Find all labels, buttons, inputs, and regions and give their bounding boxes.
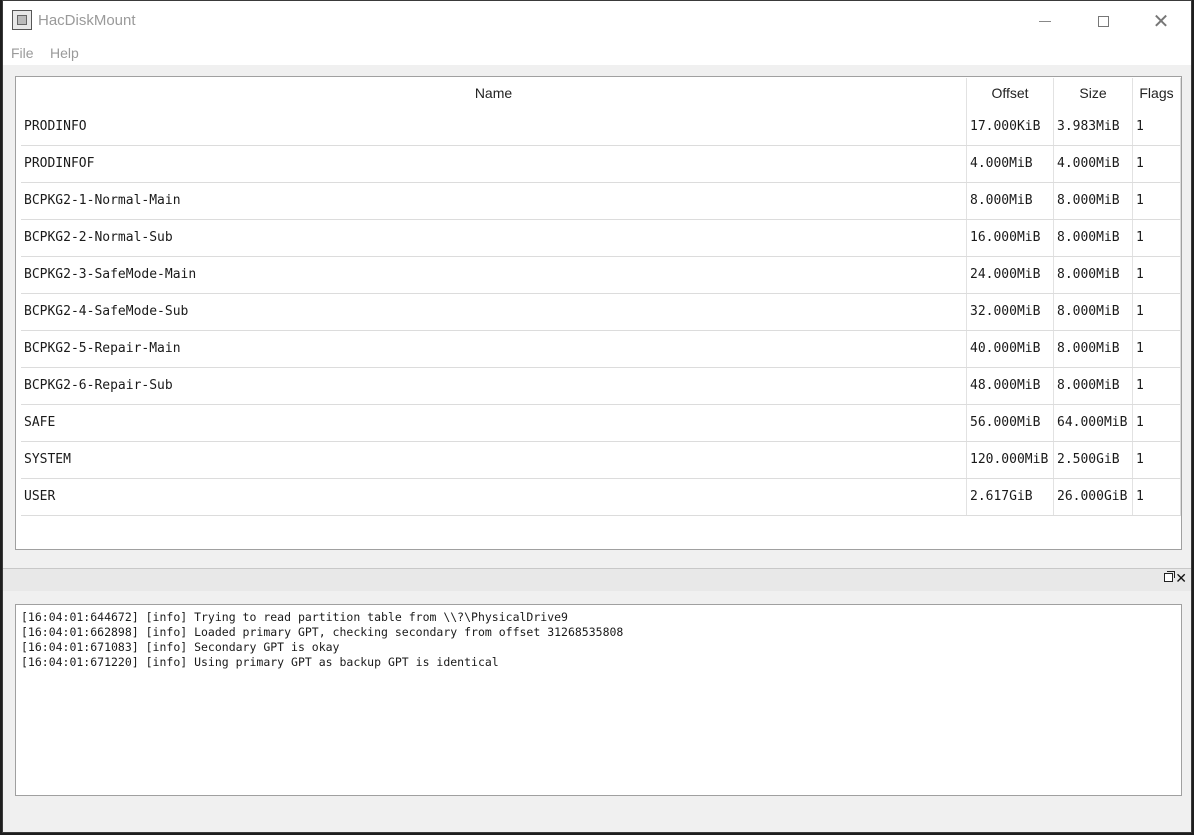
column-header-size[interactable]: Size (1054, 78, 1133, 109)
table-row[interactable]: PRODINFO 17.000KiB 3.983MiB 1 (21, 109, 1181, 146)
table-row[interactable]: BCPKG2-2-Normal-Sub 16.000MiB 8.000MiB 1 (21, 220, 1181, 257)
cell-name: BCPKG2-6-Repair-Sub (21, 368, 967, 404)
cell-name: BCPKG2-4-SafeMode-Sub (21, 294, 967, 330)
log-line: [16:04:01:644672] [info] Trying to read … (21, 610, 568, 624)
maximize-button[interactable] (1074, 1, 1132, 41)
cell-flags: 1 (1133, 479, 1181, 515)
cell-flags: 1 (1133, 331, 1181, 367)
cell-name: BCPKG2-3-SafeMode-Main (21, 257, 967, 293)
cell-offset: 32.000MiB (967, 294, 1054, 330)
partition-table: Name Offset Size Flags PRODINFO 17.000Ki… (15, 76, 1182, 550)
cell-offset: 24.000MiB (967, 257, 1054, 293)
app-window: HacDiskMount ✕ File Help Name Offset Siz… (2, 0, 1192, 833)
cell-offset: 8.000MiB (967, 183, 1054, 219)
cell-size: 8.000MiB (1054, 294, 1133, 330)
cell-name: PRODINFOF (21, 146, 967, 182)
cell-flags: 1 (1133, 257, 1181, 293)
log-line: [16:04:01:662898] [info] Loaded primary … (21, 625, 624, 639)
cell-size: 2.500GiB (1054, 442, 1133, 478)
table-row[interactable]: BCPKG2-1-Normal-Main 8.000MiB 8.000MiB 1 (21, 183, 1181, 220)
cell-size: 26.000GiB (1054, 479, 1133, 515)
table-row[interactable]: USER 2.617GiB 26.000GiB 1 (21, 479, 1181, 516)
cell-offset: 120.000MiB (967, 442, 1054, 478)
table-header: Name Offset Size Flags (21, 78, 1181, 109)
menu-help[interactable]: Help (50, 45, 79, 61)
cell-size: 8.000MiB (1054, 331, 1133, 367)
window-title: HacDiskMount (38, 12, 136, 29)
table-row[interactable]: SYSTEM 120.000MiB 2.500GiB 1 (21, 442, 1181, 479)
cell-name: BCPKG2-1-Normal-Main (21, 183, 967, 219)
log-line: [16:04:01:671220] [info] Using primary G… (21, 655, 499, 669)
table-row[interactable]: PRODINFOF 4.000MiB 4.000MiB 1 (21, 146, 1181, 183)
column-header-offset[interactable]: Offset (967, 78, 1054, 109)
column-header-name[interactable]: Name (21, 78, 967, 109)
menu-bar: File Help (3, 41, 1191, 65)
cell-name: BCPKG2-5-Repair-Main (21, 331, 967, 367)
cell-offset: 56.000MiB (967, 405, 1054, 441)
log-dock-title-bar[interactable]: ✕ (3, 568, 1191, 591)
cell-flags: 1 (1133, 146, 1181, 182)
cell-flags: 1 (1133, 405, 1181, 441)
cell-offset: 2.617GiB (967, 479, 1054, 515)
menu-file[interactable]: File (11, 45, 34, 61)
cell-size: 64.000MiB (1054, 405, 1133, 441)
cell-size: 8.000MiB (1054, 368, 1133, 404)
cell-size: 3.983MiB (1054, 109, 1133, 145)
log-line: [16:04:01:671083] [info] Secondary GPT i… (21, 640, 340, 654)
table-row[interactable]: BCPKG2-6-Repair-Sub 48.000MiB 8.000MiB 1 (21, 368, 1181, 405)
cell-offset: 40.000MiB (967, 331, 1054, 367)
cell-flags: 1 (1133, 368, 1181, 404)
cell-offset: 4.000MiB (967, 146, 1054, 182)
close-icon: ✕ (1152, 9, 1170, 33)
cell-name: USER (21, 479, 967, 515)
cell-offset: 17.000KiB (967, 109, 1054, 145)
column-header-flags[interactable]: Flags (1133, 78, 1181, 109)
table-row[interactable]: SAFE 56.000MiB 64.000MiB 1 (21, 405, 1181, 442)
table-row[interactable]: BCPKG2-3-SafeMode-Main 24.000MiB 8.000Mi… (21, 257, 1181, 294)
close-button[interactable]: ✕ (1132, 1, 1190, 41)
cell-flags: 1 (1133, 183, 1181, 219)
minimize-button[interactable] (1016, 1, 1074, 41)
table-row[interactable]: BCPKG2-5-Repair-Main 40.000MiB 8.000MiB … (21, 331, 1181, 368)
maximize-icon (1097, 15, 1109, 27)
cell-name: SAFE (21, 405, 967, 441)
cell-size: 8.000MiB (1054, 220, 1133, 256)
cell-name: PRODINFO (21, 109, 967, 145)
cell-size: 4.000MiB (1054, 146, 1133, 182)
cell-name: BCPKG2-2-Normal-Sub (21, 220, 967, 256)
app-icon (12, 10, 32, 30)
minimize-icon (1039, 20, 1051, 22)
cell-flags: 1 (1133, 220, 1181, 256)
cell-offset: 48.000MiB (967, 368, 1054, 404)
table-row[interactable]: BCPKG2-4-SafeMode-Sub 32.000MiB 8.000MiB… (21, 294, 1181, 331)
cell-size: 8.000MiB (1054, 183, 1133, 219)
cell-size: 8.000MiB (1054, 257, 1133, 293)
title-bar[interactable]: HacDiskMount ✕ (3, 1, 1191, 41)
close-icon[interactable]: ✕ (1175, 570, 1187, 588)
cell-flags: 1 (1133, 294, 1181, 330)
log-output[interactable]: [16:04:01:644672] [info] Trying to read … (15, 604, 1182, 796)
cell-flags: 1 (1133, 442, 1181, 478)
cell-name: SYSTEM (21, 442, 967, 478)
float-icon[interactable] (1164, 571, 1175, 582)
cell-offset: 16.000MiB (967, 220, 1054, 256)
cell-flags: 1 (1133, 109, 1181, 145)
